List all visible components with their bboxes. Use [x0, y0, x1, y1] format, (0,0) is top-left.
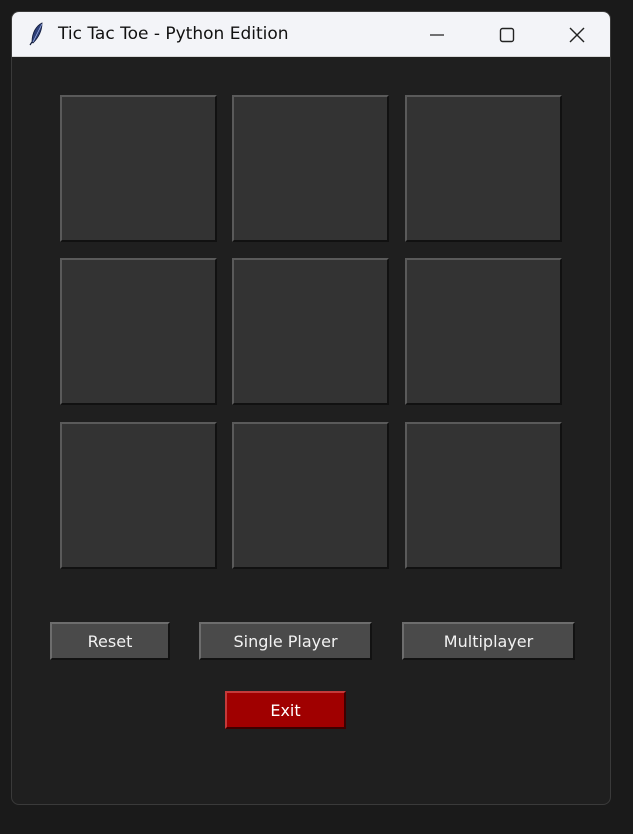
board-cell-3[interactable]	[405, 95, 562, 242]
single-player-button[interactable]: Single Player	[199, 622, 372, 660]
board-cell-7[interactable]	[60, 422, 217, 569]
board-cell-6[interactable]	[405, 258, 562, 405]
reset-button[interactable]: Reset	[50, 622, 170, 660]
board-cell-1[interactable]	[60, 95, 217, 242]
board-cell-9[interactable]	[405, 422, 562, 569]
board-cell-2[interactable]	[232, 95, 389, 242]
multiplayer-button[interactable]: Multiplayer	[402, 622, 575, 660]
game-board	[12, 12, 610, 804]
exit-button[interactable]: Exit	[225, 691, 346, 729]
board-cell-8[interactable]	[232, 422, 389, 569]
board-cell-5[interactable]	[232, 258, 389, 405]
app-window: Tic Tac Toe - Python Edition Reset Singl…	[11, 11, 611, 805]
board-cell-4[interactable]	[60, 258, 217, 405]
